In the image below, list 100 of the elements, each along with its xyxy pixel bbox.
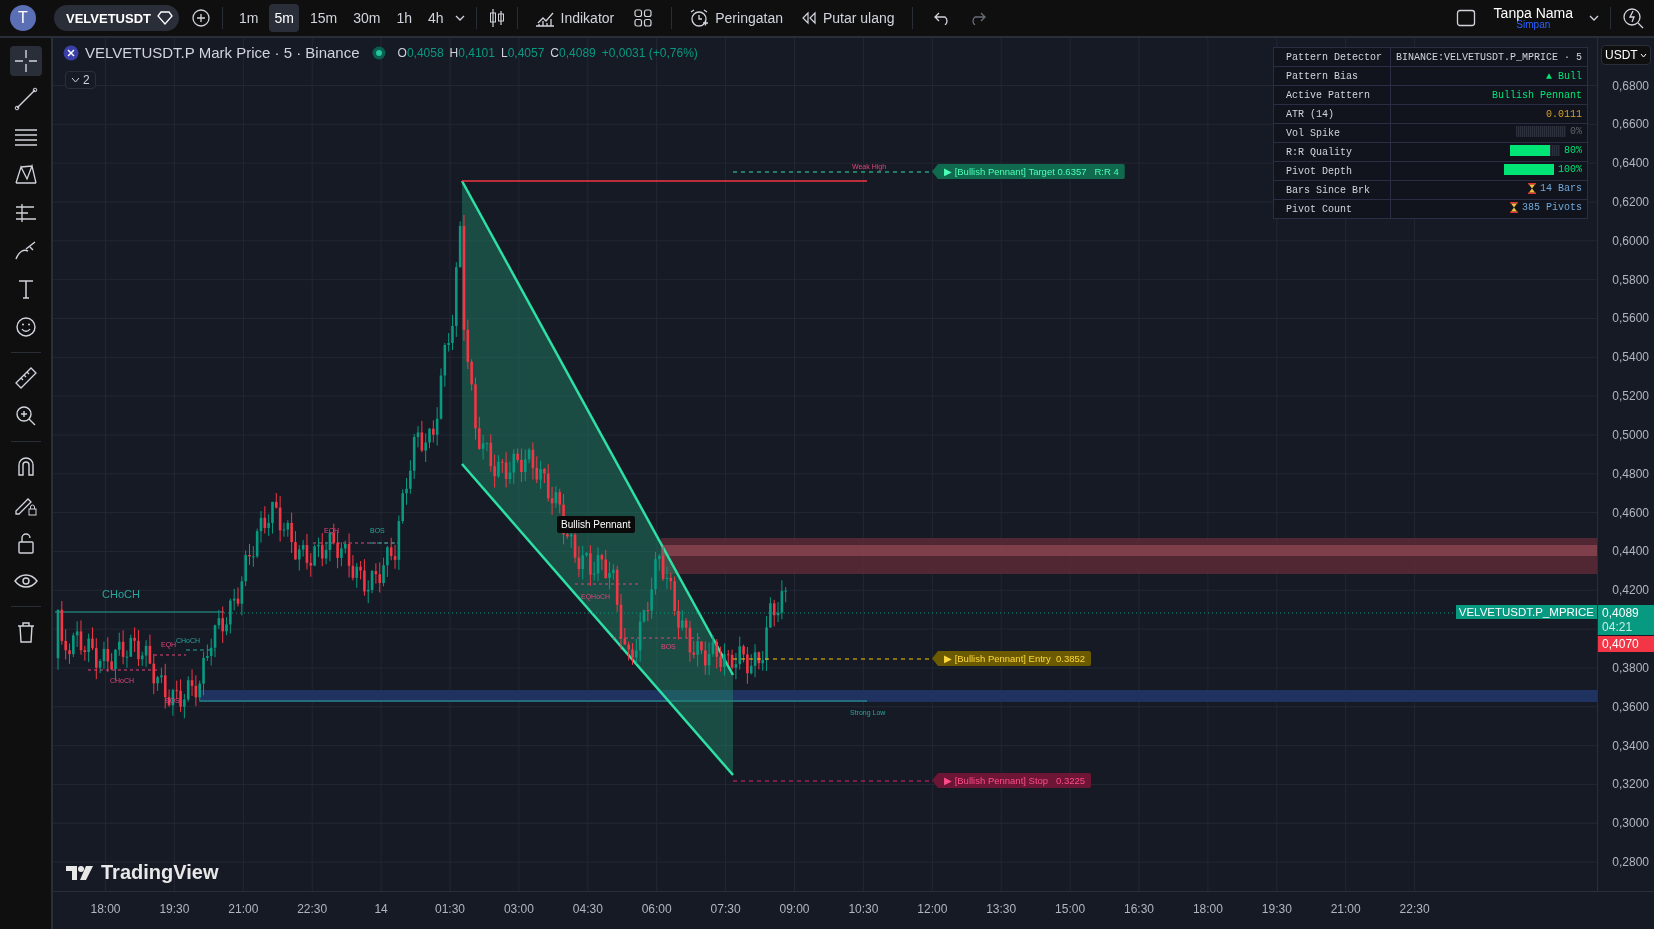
- price-label: 0,4600: [1612, 505, 1649, 520]
- table-value: Bullish Pennant: [1492, 89, 1583, 101]
- interval-button[interactable]: 1h: [391, 4, 417, 32]
- logo-icon: [66, 863, 96, 882]
- ohlc-value: O0,4058: [397, 45, 444, 60]
- time-label: 10:30: [848, 902, 879, 916]
- table-cell: ATR (14): [1273, 104, 1391, 124]
- crosshair-icon[interactable]: [9, 46, 42, 76]
- alert-button[interactable]: Peringatan: [683, 4, 789, 32]
- user-avatar[interactable]: T: [10, 5, 36, 31]
- time-label: 03:00: [503, 902, 534, 916]
- table-value: 0%: [1570, 126, 1583, 137]
- candlestick-icon[interactable]: [487, 8, 506, 28]
- chart-title[interactable]: VELVETUSDT.P Mark Price · 5 · Binance: [85, 44, 360, 61]
- price-label: 0,5200: [1612, 389, 1649, 404]
- time-label: 09:00: [779, 902, 810, 916]
- ohlc-value: C0,4089: [550, 45, 596, 60]
- time-label: 19:30: [1261, 902, 1292, 916]
- square-icon[interactable]: [1455, 8, 1476, 28]
- interval-button[interactable]: 4h: [422, 4, 449, 32]
- price-label: 0,4800: [1612, 466, 1649, 481]
- price-label: 0,6600: [1612, 117, 1649, 132]
- layout-name[interactable]: Tanpa Nama: [1493, 6, 1573, 20]
- add-icon[interactable]: [191, 8, 211, 28]
- pattern-label: Bullish Pennant: [557, 516, 635, 533]
- time-label: 21:00: [1330, 902, 1361, 916]
- signal-label: ▶ [Bullish Pennant] Entry 0.3852: [932, 651, 1092, 666]
- price-label: 0,6800: [1612, 78, 1649, 93]
- market-status-icon: [371, 45, 386, 60]
- price-label: 0,3600: [1612, 699, 1649, 714]
- symbol-logo-icon: [63, 44, 79, 61]
- table-value: 14 Bars: [1540, 183, 1583, 194]
- table-cell: Pattern Bias: [1273, 66, 1391, 86]
- price-label: 0,3400: [1612, 738, 1649, 753]
- time-label: 18:00: [1192, 902, 1223, 916]
- price-label: 0,6200: [1612, 195, 1649, 209]
- save-status: Simpan: [1516, 20, 1551, 30]
- table-cell: R:R Quality: [1273, 142, 1391, 162]
- ohlc-value: H0,4101: [449, 45, 495, 60]
- table-cell: Vol Spike: [1273, 123, 1391, 143]
- interval-button[interactable]: 30m: [348, 4, 386, 32]
- table-value: 385 Pivots: [1522, 202, 1583, 213]
- hourglass-icon: [1528, 183, 1536, 194]
- price-label: 0,6400: [1612, 156, 1649, 171]
- signal-label: ▶ [Bullish Pennant] Stop 0.3225: [932, 773, 1092, 788]
- time-label: 21:00: [228, 902, 259, 916]
- replay-button[interactable]: Putar ulang: [794, 6, 901, 30]
- signal-label: ▶ [Bullish Pennant] Target 0.6357 R:R 4: [932, 164, 1125, 179]
- time-label: 18:00: [90, 902, 121, 916]
- price-label: 0,3200: [1612, 777, 1649, 792]
- price-label: 0,5800: [1612, 272, 1649, 287]
- ohlc-value: L0,4057: [500, 45, 545, 60]
- time-label: 22:30: [297, 902, 328, 916]
- bar-countdown: 04:21: [1602, 620, 1634, 634]
- caret-icon: [71, 77, 80, 83]
- indicators-button[interactable]: Indikator: [528, 5, 621, 31]
- price-label: 0,5000: [1612, 427, 1649, 442]
- caret-icon[interactable]: [1589, 15, 1599, 21]
- grid-icon[interactable]: [634, 9, 653, 27]
- time-label: 12:00: [917, 902, 948, 916]
- price-label: 0,4400: [1612, 544, 1649, 559]
- time-label: 15:00: [1055, 902, 1086, 916]
- price-label: 0,5400: [1612, 350, 1649, 365]
- time-label: 14: [374, 902, 388, 916]
- time-label: 04:30: [572, 902, 603, 916]
- table-cell: Pivot Count: [1273, 199, 1391, 219]
- time-label: 13:30: [986, 902, 1017, 916]
- price-label: 0,2800: [1612, 855, 1649, 870]
- interval-button[interactable]: 1m: [234, 4, 264, 32]
- table-cell: Bars Since Brk: [1273, 180, 1391, 200]
- currency-button[interactable]: USDT: [1601, 45, 1651, 65]
- alarm-clock-icon: [689, 8, 710, 28]
- structure-label: CHoCH: [102, 589, 140, 600]
- price-label: 0,3000: [1612, 816, 1649, 831]
- caret-icon[interactable]: [454, 15, 465, 21]
- meter: [1510, 145, 1560, 156]
- meter: [1504, 164, 1554, 175]
- previous-close-badge: 0,4070: [1598, 636, 1654, 652]
- table-value: 80%: [1564, 145, 1583, 156]
- table-header: BINANCE:VELVETUSDT.P_MPRICE · 5: [1390, 47, 1588, 67]
- table-value: 0.0111: [1546, 108, 1583, 120]
- time-label: 19:30: [159, 902, 190, 916]
- interval-button[interactable]: 15m: [304, 4, 343, 32]
- table-header: Pattern Detector: [1273, 47, 1391, 67]
- time-label: 07:30: [710, 902, 741, 916]
- last-price: 0,4089: [1602, 606, 1640, 620]
- table-value: 100%: [1558, 164, 1583, 175]
- quick-search-icon[interactable]: [1622, 7, 1644, 29]
- price-change: +0,0031 (+0,76%): [601, 45, 698, 60]
- interval-button[interactable]: 5m: [269, 4, 299, 32]
- symbol-search[interactable]: VELVETUSDT: [54, 5, 179, 31]
- price-label: 0,6000: [1612, 233, 1649, 248]
- time-label: 01:30: [435, 902, 465, 916]
- price-label: 0,4200: [1612, 583, 1649, 598]
- indicators-toggle[interactable]: 2: [65, 71, 96, 89]
- time-label: 06:00: [641, 902, 672, 916]
- symbol-price-tag: VELVETUSDT.P_MPRICE: [1455, 605, 1598, 619]
- rewind-icon: [800, 11, 817, 25]
- diamond-icon: [157, 11, 173, 25]
- caret-icon: [1639, 52, 1647, 58]
